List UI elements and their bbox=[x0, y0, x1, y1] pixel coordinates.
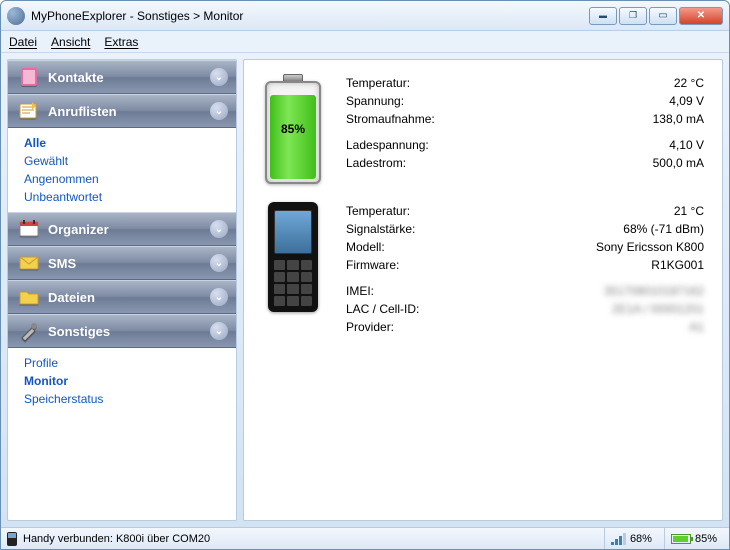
sms-icon bbox=[18, 252, 40, 274]
sidebar-section-organizer[interactable]: Organizer ⌄ bbox=[8, 212, 236, 246]
sidebar-section-sms[interactable]: SMS ⌄ bbox=[8, 246, 236, 280]
menubar: Datei Ansicht Extras bbox=[1, 31, 729, 53]
phone-signal-value: 68% (-71 dBm) bbox=[486, 222, 704, 236]
sidebar-item-alle[interactable]: Alle bbox=[8, 134, 236, 152]
signal-bars-icon bbox=[611, 533, 626, 545]
sidebar-item-unbeantwortet[interactable]: Unbeantwortet bbox=[8, 188, 236, 206]
content-panel: 85% Temperatur:22 °C Spannung:4,09 V Str… bbox=[243, 59, 723, 521]
phone-icon bbox=[268, 202, 318, 312]
chevron-down-icon: ⌄ bbox=[210, 220, 228, 238]
window-title: MyPhoneExplorer - Sonstiges > Monitor bbox=[31, 9, 589, 23]
phone-model-value: Sony Ericsson K800 bbox=[486, 240, 704, 254]
battery-chargev-label: Ladespannung: bbox=[346, 138, 486, 152]
sidebar-item-monitor[interactable]: Monitor bbox=[8, 372, 236, 390]
battery-percent: 85% bbox=[265, 74, 321, 184]
sidebar-label: Dateien bbox=[48, 290, 95, 305]
sidebar-section-sonstiges-body: Profile Monitor Speicherstatus bbox=[8, 348, 236, 414]
battery-draw-value: 138,0 mA bbox=[486, 112, 704, 126]
battery-volt-label: Spannung: bbox=[346, 94, 486, 108]
status-battery-value: 85% bbox=[695, 533, 717, 545]
battery-chargev-value: 4,10 V bbox=[486, 138, 704, 152]
phone-lac-value: 2E1A / 00001201 bbox=[486, 302, 704, 316]
sidebar-label: Kontakte bbox=[48, 70, 104, 85]
phone-firmware-label: Firmware: bbox=[346, 258, 486, 272]
menu-datei[interactable]: Datei bbox=[9, 35, 37, 49]
phone-provider-label: Provider: bbox=[346, 320, 486, 334]
battery-temp-label: Temperatur: bbox=[346, 76, 486, 90]
minimize-button[interactable] bbox=[589, 7, 617, 25]
mini-battery-icon bbox=[671, 534, 691, 544]
sidebar-section-anruflisten[interactable]: Anruflisten ⌄ bbox=[8, 94, 236, 128]
sidebar-label: Sonstiges bbox=[48, 324, 110, 339]
status-phone-icon bbox=[7, 532, 17, 546]
status-text: Handy verbunden: K800i über COM20 bbox=[23, 533, 210, 545]
organizer-icon bbox=[18, 218, 40, 240]
sidebar-section-kontakte[interactable]: Kontakte ⌄ bbox=[8, 60, 236, 94]
battery-icon: 85% bbox=[265, 74, 321, 184]
chevron-down-icon: ⌄ bbox=[210, 102, 228, 120]
phone-block: Temperatur:21 °C Signalstärke:68% (-71 d… bbox=[262, 202, 704, 336]
chevron-down-icon: ⌄ bbox=[210, 322, 228, 340]
menu-ansicht[interactable]: Ansicht bbox=[51, 35, 90, 49]
maximize-button[interactable] bbox=[649, 7, 677, 25]
menu-extras[interactable]: Extras bbox=[104, 35, 138, 49]
sidebar-section-anruflisten-body: Alle Gewählt Angenommen Unbeantwortet bbox=[8, 128, 236, 212]
status-signal: 68% bbox=[604, 528, 658, 549]
app-icon bbox=[7, 7, 25, 25]
battery-chargei-label: Ladestrom: bbox=[346, 156, 486, 170]
sidebar-item-speicherstatus[interactable]: Speicherstatus bbox=[8, 390, 236, 408]
battery-block: 85% Temperatur:22 °C Spannung:4,09 V Str… bbox=[262, 74, 704, 184]
battery-volt-value: 4,09 V bbox=[486, 94, 704, 108]
contacts-icon bbox=[18, 66, 40, 88]
battery-draw-label: Stromaufnahme: bbox=[346, 112, 486, 126]
status-battery: 85% bbox=[664, 528, 723, 549]
battery-chargei-value: 500,0 mA bbox=[486, 156, 704, 170]
sidebar-item-angenommen[interactable]: Angenommen bbox=[8, 170, 236, 188]
sidebar-item-gewaehlt[interactable]: Gewählt bbox=[8, 152, 236, 170]
phone-provider-value: A1 bbox=[486, 320, 704, 334]
phone-temp-label: Temperatur: bbox=[346, 204, 486, 218]
restore-button[interactable] bbox=[619, 7, 647, 25]
chevron-down-icon: ⌄ bbox=[210, 254, 228, 272]
chevron-down-icon: ⌄ bbox=[210, 288, 228, 306]
phone-model-label: Modell: bbox=[346, 240, 486, 254]
phone-imei-value: 351708010187162 bbox=[486, 284, 704, 298]
phone-firmware-value: R1KG001 bbox=[486, 258, 704, 272]
statusbar: Handy verbunden: K800i über COM20 68% 85… bbox=[1, 527, 729, 549]
chevron-down-icon: ⌄ bbox=[210, 68, 228, 86]
sidebar-label: Organizer bbox=[48, 222, 109, 237]
titlebar[interactable]: MyPhoneExplorer - Sonstiges > Monitor bbox=[1, 1, 729, 31]
phone-temp-value: 21 °C bbox=[486, 204, 704, 218]
tools-icon bbox=[18, 320, 40, 342]
sidebar-section-dateien[interactable]: Dateien ⌄ bbox=[8, 280, 236, 314]
phone-signal-label: Signalstärke: bbox=[346, 222, 486, 236]
battery-temp-value: 22 °C bbox=[486, 76, 704, 90]
sidebar-item-profile[interactable]: Profile bbox=[8, 354, 236, 372]
calllist-icon bbox=[18, 100, 40, 122]
close-button[interactable] bbox=[679, 7, 723, 25]
app-window: MyPhoneExplorer - Sonstiges > Monitor Da… bbox=[0, 0, 730, 550]
sidebar-label: Anruflisten bbox=[48, 104, 117, 119]
phone-imei-label: IMEI: bbox=[346, 284, 486, 298]
sidebar-section-sonstiges[interactable]: Sonstiges ⌄ bbox=[8, 314, 236, 348]
folder-icon bbox=[18, 286, 40, 308]
sidebar: Kontakte ⌄ Anruflisten ⌄ Alle Gewählt An… bbox=[7, 59, 237, 521]
status-signal-value: 68% bbox=[630, 533, 652, 545]
phone-lac-label: LAC / Cell-ID: bbox=[346, 302, 486, 316]
sidebar-label: SMS bbox=[48, 256, 76, 271]
